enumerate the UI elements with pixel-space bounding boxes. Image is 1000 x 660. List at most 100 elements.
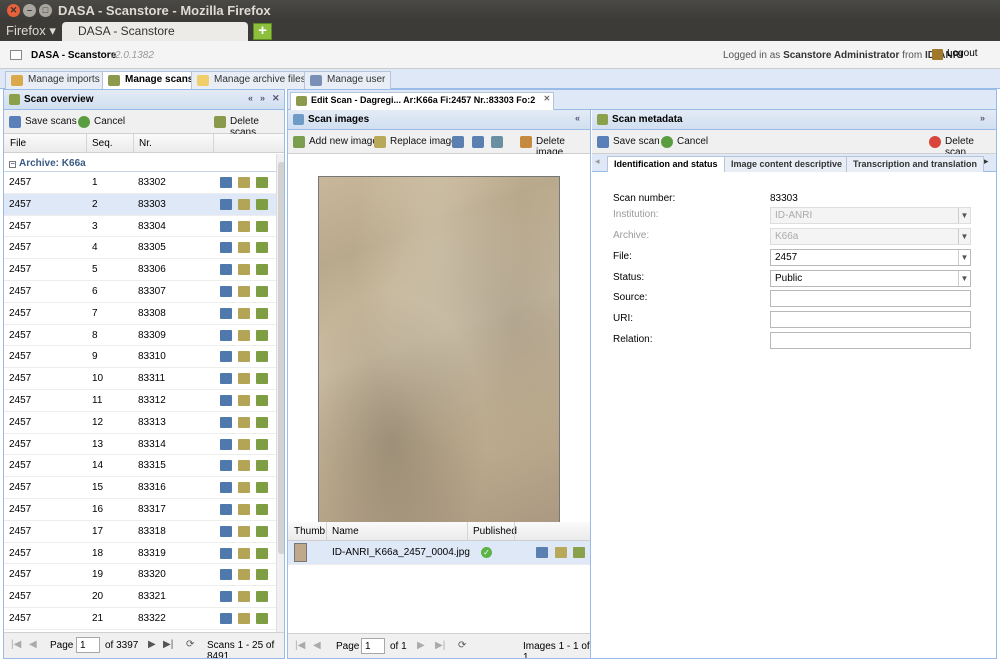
- firefox-menu[interactable]: Firefox ▾: [6, 23, 56, 39]
- expand-icon[interactable]: »: [980, 113, 985, 123]
- table-row[interactable]: 2457 5 83306: [4, 259, 276, 281]
- refresh-icon[interactable]: ⟳: [458, 640, 466, 651]
- scan-image[interactable]: [318, 176, 560, 532]
- delete-icon[interactable]: [256, 242, 268, 254]
- table-row[interactable]: 2457 1 83302: [4, 172, 276, 194]
- edit-icon[interactable]: [238, 264, 250, 276]
- edit-icon[interactable]: [238, 503, 250, 515]
- edit-icon[interactable]: [238, 329, 250, 341]
- table-row[interactable]: 2457 13 83314: [4, 434, 276, 456]
- next-page-icon[interactable]: ▶: [148, 639, 156, 650]
- new-tab-button[interactable]: +: [253, 23, 272, 40]
- delete-icon[interactable]: [256, 198, 268, 210]
- delete-icon[interactable]: [256, 329, 268, 341]
- close-window-icon[interactable]: ✕: [7, 4, 20, 17]
- edit-icon[interactable]: [238, 416, 250, 428]
- view-icon[interactable]: [220, 591, 232, 603]
- edit-icon[interactable]: [238, 591, 250, 603]
- edit-icon[interactable]: [238, 351, 250, 363]
- save-scans-button[interactable]: Save scans: [9, 116, 77, 128]
- edit-icon[interactable]: [238, 569, 250, 581]
- table-row[interactable]: 2457 14 83315: [4, 455, 276, 478]
- delete-icon[interactable]: [256, 373, 268, 385]
- table-row[interactable]: 2457 7 83308: [4, 303, 276, 325]
- table-row[interactable]: 2457 16 83317: [4, 499, 276, 521]
- chevron-down-icon[interactable]: ▼: [958, 250, 970, 265]
- column-file[interactable]: File: [10, 138, 26, 149]
- tab-transcription[interactable]: Transcription and translation: [846, 156, 985, 172]
- tab-image-content[interactable]: Image content descriptive: [724, 156, 850, 172]
- delete-icon[interactable]: [256, 612, 268, 624]
- view-icon[interactable]: [220, 482, 232, 494]
- next-page-icon[interactable]: ▶: [417, 640, 425, 651]
- delete-icon[interactable]: [256, 307, 268, 319]
- table-row[interactable]: 2457 15 83316: [4, 477, 276, 499]
- table-row[interactable]: 2457 21 83322: [4, 608, 276, 630]
- last-page-icon[interactable]: ▶|: [435, 640, 445, 651]
- tab-manage-scans[interactable]: Manage scans: [102, 71, 200, 89]
- edit-icon[interactable]: [238, 220, 250, 232]
- close-tab-icon[interactable]: ✕: [544, 94, 551, 103]
- view-icon[interactable]: [220, 394, 232, 406]
- edit-icon[interactable]: [238, 612, 250, 624]
- edit-scan-tab[interactable]: Edit Scan - Dagregi... Ar:K66a Fi:2457 N…: [290, 92, 555, 110]
- view-icon[interactable]: [220, 285, 232, 297]
- edit-icon[interactable]: [238, 460, 250, 472]
- view-icon[interactable]: [220, 351, 232, 363]
- delete-icon[interactable]: [256, 394, 268, 406]
- cancel-scan-button[interactable]: Cancel: [661, 136, 708, 148]
- expand-icon[interactable]: »: [260, 93, 265, 103]
- table-row[interactable]: 2457 10 83311: [4, 368, 276, 390]
- edit-icon[interactable]: [238, 547, 250, 559]
- add-image-button[interactable]: Add new image: [293, 136, 378, 148]
- column-thumb[interactable]: Thumb: [294, 526, 325, 537]
- refresh-icon[interactable]: ⟳: [186, 639, 194, 650]
- delete-icon[interactable]: [256, 460, 268, 472]
- view-icon[interactable]: [220, 460, 232, 472]
- tab-manage-imports[interactable]: Manage imports: [5, 71, 106, 89]
- view-icon[interactable]: [220, 307, 232, 319]
- delete-icon[interactable]: [256, 264, 268, 276]
- edit-icon[interactable]: [555, 547, 567, 558]
- prev-page-icon[interactable]: ◀: [29, 639, 37, 650]
- tab-scroll-left-icon[interactable]: ◂: [595, 156, 600, 167]
- edit-icon[interactable]: [238, 373, 250, 385]
- prev-page-icon[interactable]: ◀: [313, 640, 321, 651]
- collapse-icon[interactable]: «: [248, 93, 253, 103]
- table-row[interactable]: 2457 9 83310: [4, 346, 276, 369]
- view-icon[interactable]: [220, 373, 232, 385]
- edit-icon[interactable]: [238, 177, 250, 188]
- maximize-window-icon[interactable]: □: [39, 4, 52, 17]
- last-page-icon[interactable]: ▶|: [163, 639, 173, 650]
- delete-icon[interactable]: [256, 177, 268, 188]
- view-icon[interactable]: [220, 198, 232, 210]
- view-icon[interactable]: [220, 220, 232, 232]
- save-scan-button[interactable]: Save scan: [597, 136, 660, 148]
- first-page-icon[interactable]: |◀: [295, 640, 305, 651]
- delete-icon[interactable]: [256, 569, 268, 581]
- edit-icon[interactable]: [238, 438, 250, 450]
- source-input[interactable]: [770, 290, 971, 307]
- view-icon[interactable]: [220, 503, 232, 515]
- scrollbar-thumb[interactable]: [278, 162, 284, 554]
- first-page-icon[interactable]: |◀: [11, 639, 21, 650]
- column-name[interactable]: Name: [332, 526, 359, 537]
- page-input[interactable]: [361, 638, 385, 654]
- table-row[interactable]: 2457 12 83313: [4, 412, 276, 434]
- group-header[interactable]: − Archive: K66a: [4, 153, 284, 172]
- edit-icon[interactable]: [238, 482, 250, 494]
- delete-icon[interactable]: [573, 547, 585, 558]
- view-icon[interactable]: [220, 612, 232, 624]
- zoom-out-icon[interactable]: [472, 136, 484, 148]
- table-row[interactable]: 2457 6 83307: [4, 281, 276, 303]
- edit-icon[interactable]: [238, 307, 250, 319]
- delete-icon[interactable]: [256, 416, 268, 428]
- edit-icon[interactable]: [238, 242, 250, 254]
- table-row[interactable]: 2457 17 83318: [4, 521, 276, 543]
- view-icon[interactable]: [536, 547, 548, 558]
- view-icon[interactable]: [220, 569, 232, 581]
- edit-icon[interactable]: [238, 394, 250, 406]
- table-row[interactable]: 2457 8 83309: [4, 325, 276, 347]
- close-panel-icon[interactable]: ✕: [272, 93, 280, 104]
- delete-icon[interactable]: [256, 220, 268, 232]
